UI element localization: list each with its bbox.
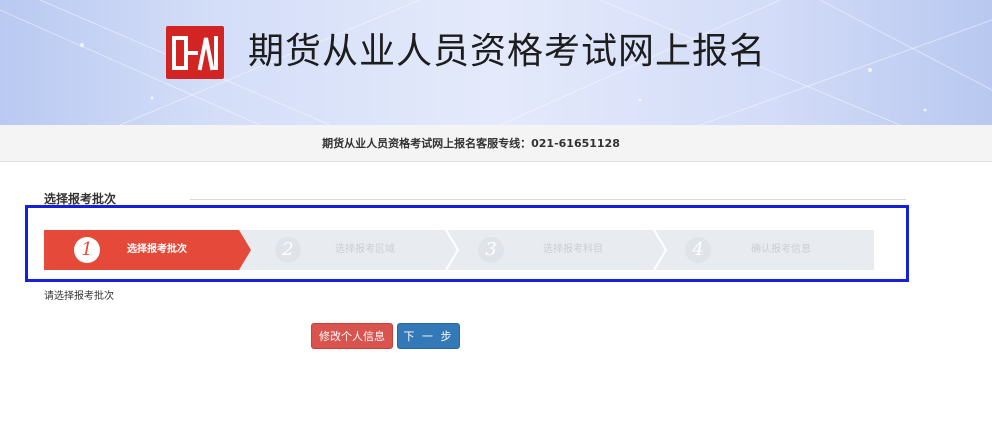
site-title: 期货从业人员资格考试网上报名	[248, 31, 767, 72]
hint-text: 请选择报考批次	[44, 291, 114, 302]
cffex-logo	[166, 26, 224, 79]
edit-profile-button[interactable]: 修改个人信息	[311, 323, 393, 349]
next-step-button[interactable]: 下 一 步	[397, 323, 460, 349]
step-1-number: 1	[74, 237, 100, 263]
hotline-text: 期货从业人员资格考试网上报名客服专线：021-61651128	[322, 137, 620, 150]
step-2-number: 2	[275, 237, 301, 263]
step-2-label: 选择报考区域	[335, 244, 395, 255]
step-3-label: 选择报考科目	[543, 244, 603, 255]
step-1-label: 选择报考批次	[127, 244, 187, 255]
step-4-number: 4	[685, 237, 711, 263]
step-progress: 1 选择报考批次 2 选择报考区域 3 选择报考科目 4 确认报考信息	[44, 230, 874, 270]
step-4-label: 确认报考信息	[751, 244, 811, 255]
section-divider	[190, 199, 906, 200]
step-3-number: 3	[478, 237, 504, 263]
header-banner: 期货从业人员资格考试网上报名	[0, 0, 992, 125]
hotline-bar: 期货从业人员资格考试网上报名客服专线：021-61651128	[0, 125, 992, 162]
